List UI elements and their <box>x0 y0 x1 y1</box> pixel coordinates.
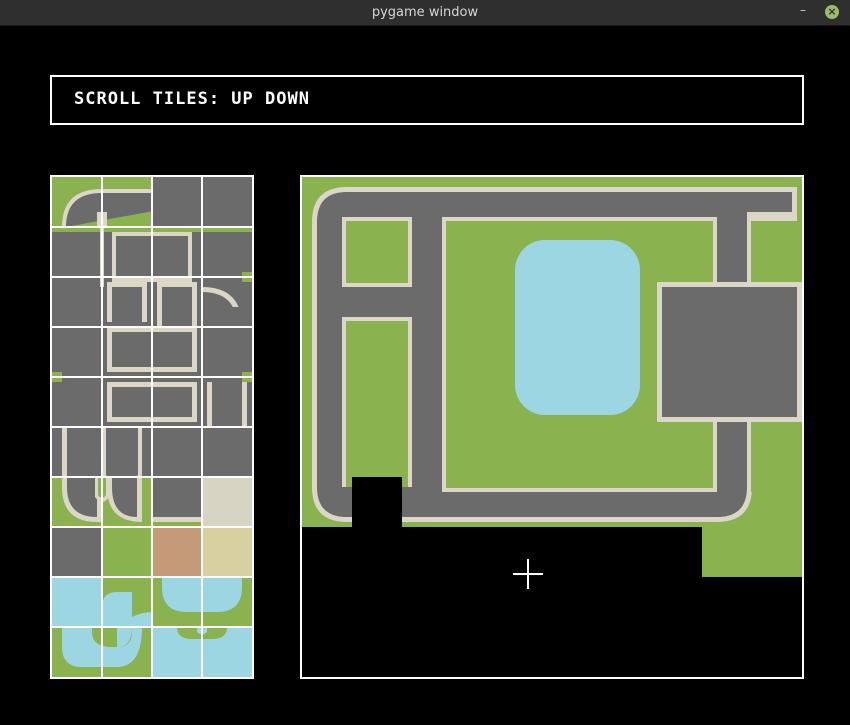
tile-palette[interactable] <box>50 175 254 679</box>
map-editor-canvas[interactable] <box>300 175 804 679</box>
map-graphic[interactable] <box>302 177 802 677</box>
game-canvas[interactable]: SCROLL TILES: UP DOWN <box>0 26 850 725</box>
close-icon[interactable]: × <box>825 5 839 19</box>
minimize-icon[interactable]: – <box>796 4 810 19</box>
crosshair-cursor-icon <box>513 559 543 589</box>
instruction-text: SCROLL TILES: UP DOWN <box>74 89 310 109</box>
window-titlebar[interactable]: pygame window – × <box>0 0 850 26</box>
window-title: pygame window <box>371 5 479 20</box>
instruction-banner: SCROLL TILES: UP DOWN <box>50 75 804 125</box>
tile-palette-graphic[interactable] <box>52 177 252 677</box>
